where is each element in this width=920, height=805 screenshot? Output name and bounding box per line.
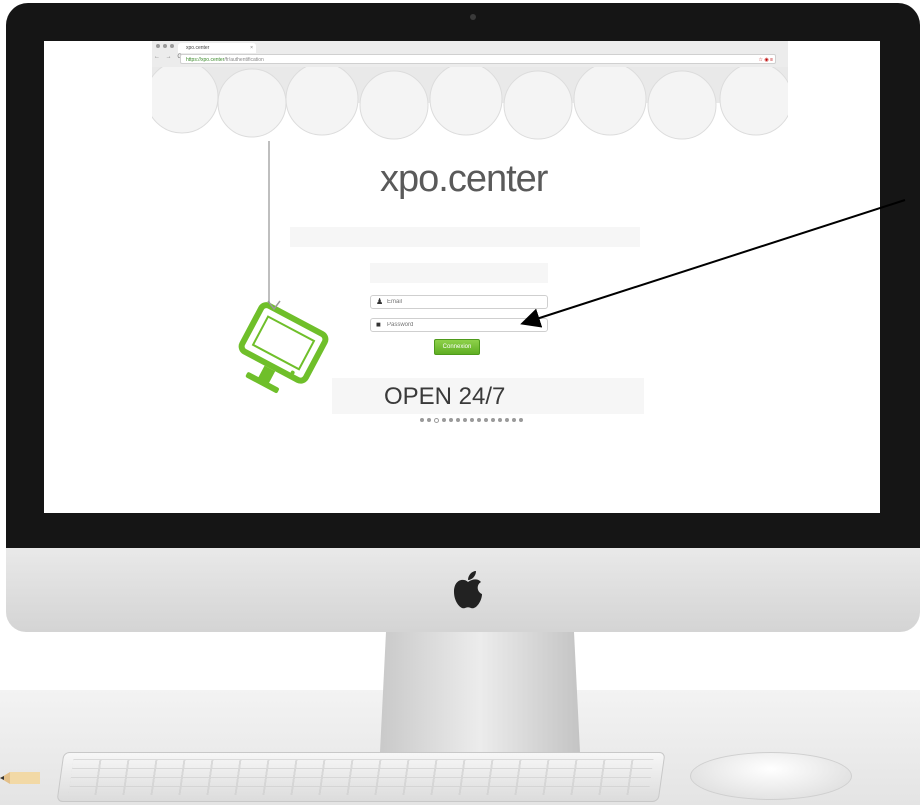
connexion-button[interactable]: Connexion xyxy=(434,339,480,355)
apple-logo-icon xyxy=(454,571,482,609)
password-field[interactable]: ■ xyxy=(370,318,548,332)
carousel-dot[interactable] xyxy=(498,418,502,422)
url-path: /fr/authentification xyxy=(224,57,264,63)
browser-tab[interactable]: xpo.center × xyxy=(178,43,256,53)
clouds-decoration xyxy=(152,67,788,140)
email-field[interactable]: ♟ xyxy=(370,295,548,309)
maximize-window-dot[interactable] xyxy=(170,44,174,48)
site-logo: xpo.center xyxy=(380,158,548,200)
tab-title: xpo.center xyxy=(186,45,210,51)
carousel-dot[interactable] xyxy=(484,418,488,422)
browser-window: xpo.center × ← → C https://xpo.center/fr… xyxy=(152,41,788,68)
keyboard xyxy=(56,752,666,802)
carousel-dot[interactable] xyxy=(470,418,474,422)
magic-mouse xyxy=(690,752,852,800)
pencil-icon xyxy=(0,772,40,784)
carousel-dot[interactable] xyxy=(491,418,495,422)
slogan-text: OPEN 24/7 xyxy=(384,383,506,410)
monitor-icon xyxy=(238,300,329,394)
carousel-dot[interactable] xyxy=(505,418,509,422)
carousel-dot[interactable] xyxy=(519,418,523,422)
carousel-dot[interactable] xyxy=(456,418,460,422)
carousel-dots[interactable] xyxy=(420,418,523,423)
tab-close-icon[interactable]: × xyxy=(250,43,253,53)
close-window-dot[interactable] xyxy=(156,44,160,48)
carousel-dot[interactable] xyxy=(434,418,439,423)
user-icon: ♟ xyxy=(376,297,384,306)
carousel-dot[interactable] xyxy=(420,418,424,422)
toolbar-icons[interactable]: ☆ ◉ ≡ xyxy=(758,55,773,65)
carousel-dot[interactable] xyxy=(442,418,446,422)
password-input[interactable] xyxy=(387,319,537,331)
screen: xpo.center × ← → C https://xpo.center/fr… xyxy=(44,41,880,513)
address-bar[interactable]: https://xpo.center/fr/authentification ☆… xyxy=(180,54,776,64)
lock-icon: ■ xyxy=(376,320,381,329)
carousel-dot[interactable] xyxy=(463,418,467,422)
window-controls[interactable] xyxy=(156,44,174,48)
camera xyxy=(470,14,476,20)
keyboard-keys xyxy=(68,759,654,795)
carousel-dot[interactable] xyxy=(477,418,481,422)
carousel-dot[interactable] xyxy=(512,418,516,422)
carousel-dot[interactable] xyxy=(449,418,453,422)
url-host: https://xpo.center xyxy=(186,57,225,63)
hanging-string xyxy=(268,141,270,306)
minimize-window-dot[interactable] xyxy=(163,44,167,48)
form-header-placeholder xyxy=(370,263,548,283)
imac-stand xyxy=(380,632,580,752)
email-input[interactable] xyxy=(387,296,537,308)
tagline-placeholder xyxy=(290,227,640,247)
carousel-dot[interactable] xyxy=(427,418,431,422)
